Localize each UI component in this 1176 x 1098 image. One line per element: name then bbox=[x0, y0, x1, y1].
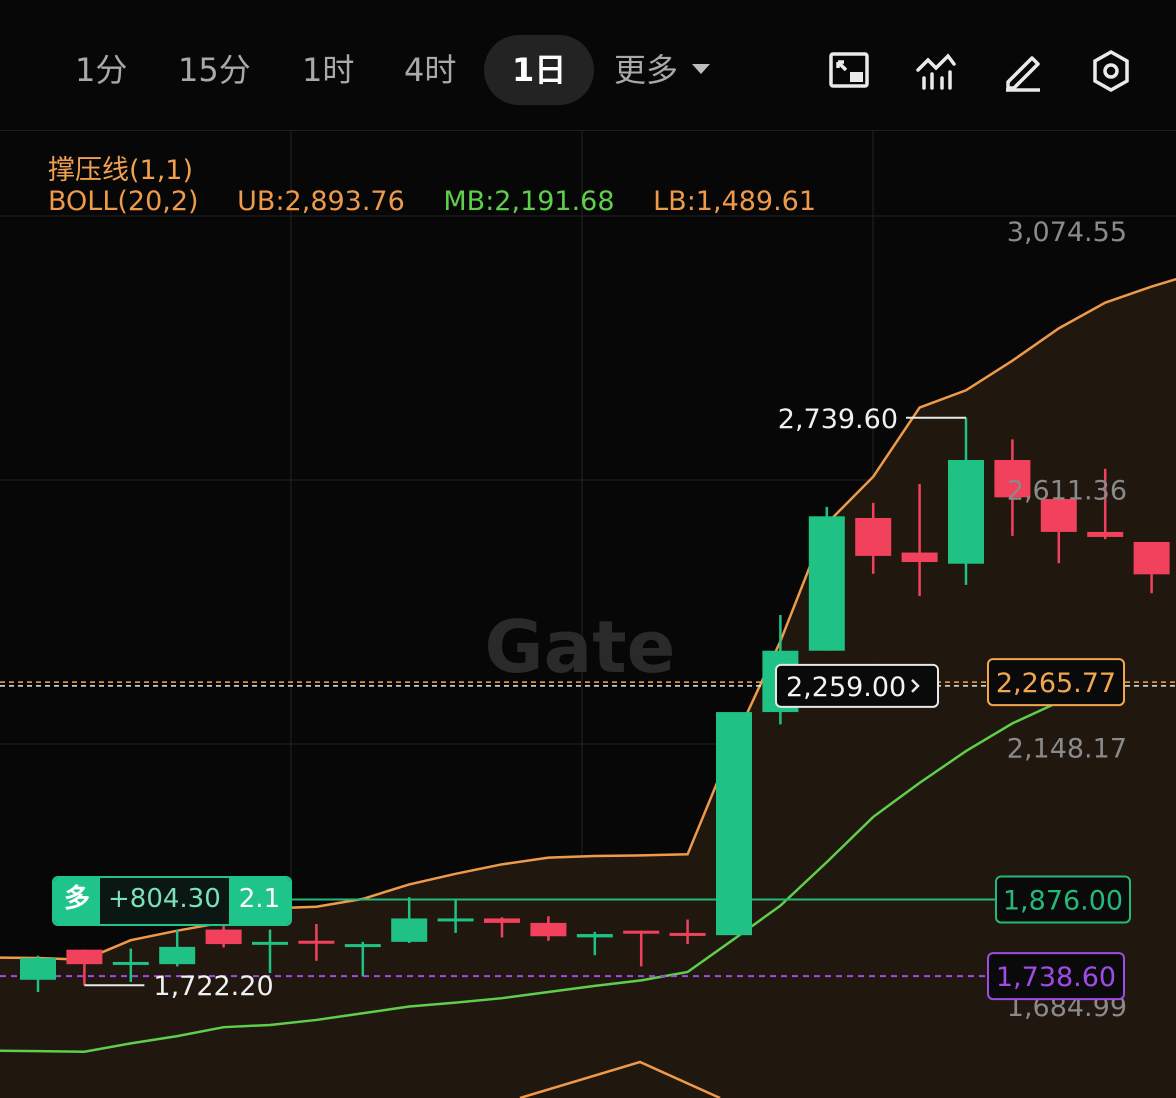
candle-body bbox=[530, 922, 567, 937]
tab-1min[interactable]: 1分 bbox=[75, 46, 127, 94]
candle-body bbox=[948, 459, 984, 564]
position-direction: 多 bbox=[54, 878, 100, 924]
candle-body bbox=[484, 918, 520, 923]
high-price-label: 2,739.60 bbox=[778, 404, 898, 435]
candle-body bbox=[437, 918, 474, 922]
indicators-icon[interactable] bbox=[914, 48, 960, 94]
candle-body bbox=[623, 930, 660, 934]
candle-body bbox=[159, 946, 196, 965]
support-resistance-label: 撑压线(1,1) bbox=[48, 155, 194, 186]
candle-body bbox=[391, 918, 428, 942]
y-axis-tick-label: 3,074.55 bbox=[1007, 217, 1127, 248]
y-axis-tick-label: 2,148.17 bbox=[1007, 734, 1127, 765]
candle-body bbox=[716, 712, 752, 936]
candle-body bbox=[808, 516, 845, 651]
candle-body bbox=[205, 929, 242, 945]
chevron-down-icon bbox=[692, 64, 711, 74]
position-leverage: 2.1 bbox=[228, 878, 291, 924]
candle-body bbox=[576, 934, 613, 938]
watermark-logo: Gate bbox=[485, 605, 676, 689]
candle-body bbox=[1087, 531, 1124, 537]
more-label: 更多 bbox=[614, 51, 679, 89]
tab-4hour[interactable]: 4时 bbox=[404, 46, 456, 94]
candle-body bbox=[669, 932, 706, 936]
tab-1hour[interactable]: 1时 bbox=[302, 46, 354, 94]
y-axis-tick-label: 2,611.36 bbox=[1007, 475, 1127, 506]
boll-name: BOLL(20,2) bbox=[48, 186, 199, 217]
candle-body bbox=[112, 961, 149, 965]
candle-body bbox=[252, 941, 288, 945]
candlestick-chart[interactable]: Gate3,074.552,611.362,148.171,684.992,73… bbox=[0, 131, 1176, 1098]
low-price-label: 1,722.20 bbox=[153, 971, 273, 1002]
candle-body bbox=[344, 944, 381, 948]
candle-body bbox=[901, 552, 938, 563]
chart-type-icon[interactable] bbox=[826, 48, 872, 94]
boll-upper-value: UB:2,893.76 bbox=[237, 186, 405, 217]
boll-lower-value: LB:1,489.61 bbox=[653, 186, 817, 217]
position-label[interactable]: 多 +804.30 2.1 bbox=[52, 876, 293, 926]
position-pnl: +804.30 bbox=[100, 878, 229, 924]
last-price-label: 2,265.77 bbox=[996, 668, 1116, 699]
candle-body bbox=[855, 517, 892, 556]
liquidation-price-label: 1,738.60 bbox=[996, 962, 1116, 993]
candle-body bbox=[298, 940, 335, 944]
current-price-label: 2,259.00 bbox=[786, 672, 906, 703]
settings-icon[interactable] bbox=[1088, 48, 1134, 94]
indicator-legend: 撑压线(1,1) BOLL(20,2) UB:2,893.76 MB:2,191… bbox=[48, 148, 846, 226]
candle-body bbox=[20, 958, 56, 980]
timeframe-toolbar: 1分 15分 1时 4时 1日 更多 bbox=[0, 0, 1176, 131]
candle-body bbox=[1133, 541, 1170, 575]
entry-price-label: 1,876.00 bbox=[1003, 885, 1123, 916]
tab-15min[interactable]: 15分 bbox=[178, 46, 251, 94]
candle-body bbox=[66, 949, 103, 965]
tab-1day[interactable]: 1日 bbox=[484, 35, 595, 105]
boll-middle-value: MB:2,191.68 bbox=[443, 186, 615, 217]
more-dropdown[interactable]: 更多 bbox=[614, 46, 711, 94]
draw-icon[interactable] bbox=[1000, 48, 1046, 94]
